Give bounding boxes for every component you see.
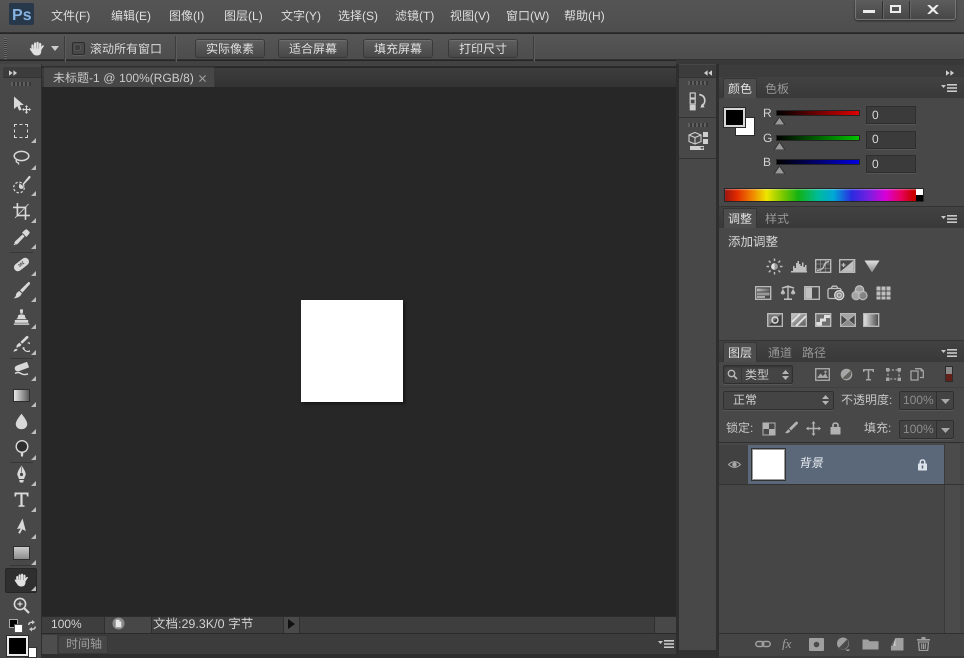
svg-text:fx: fx (782, 637, 792, 650)
